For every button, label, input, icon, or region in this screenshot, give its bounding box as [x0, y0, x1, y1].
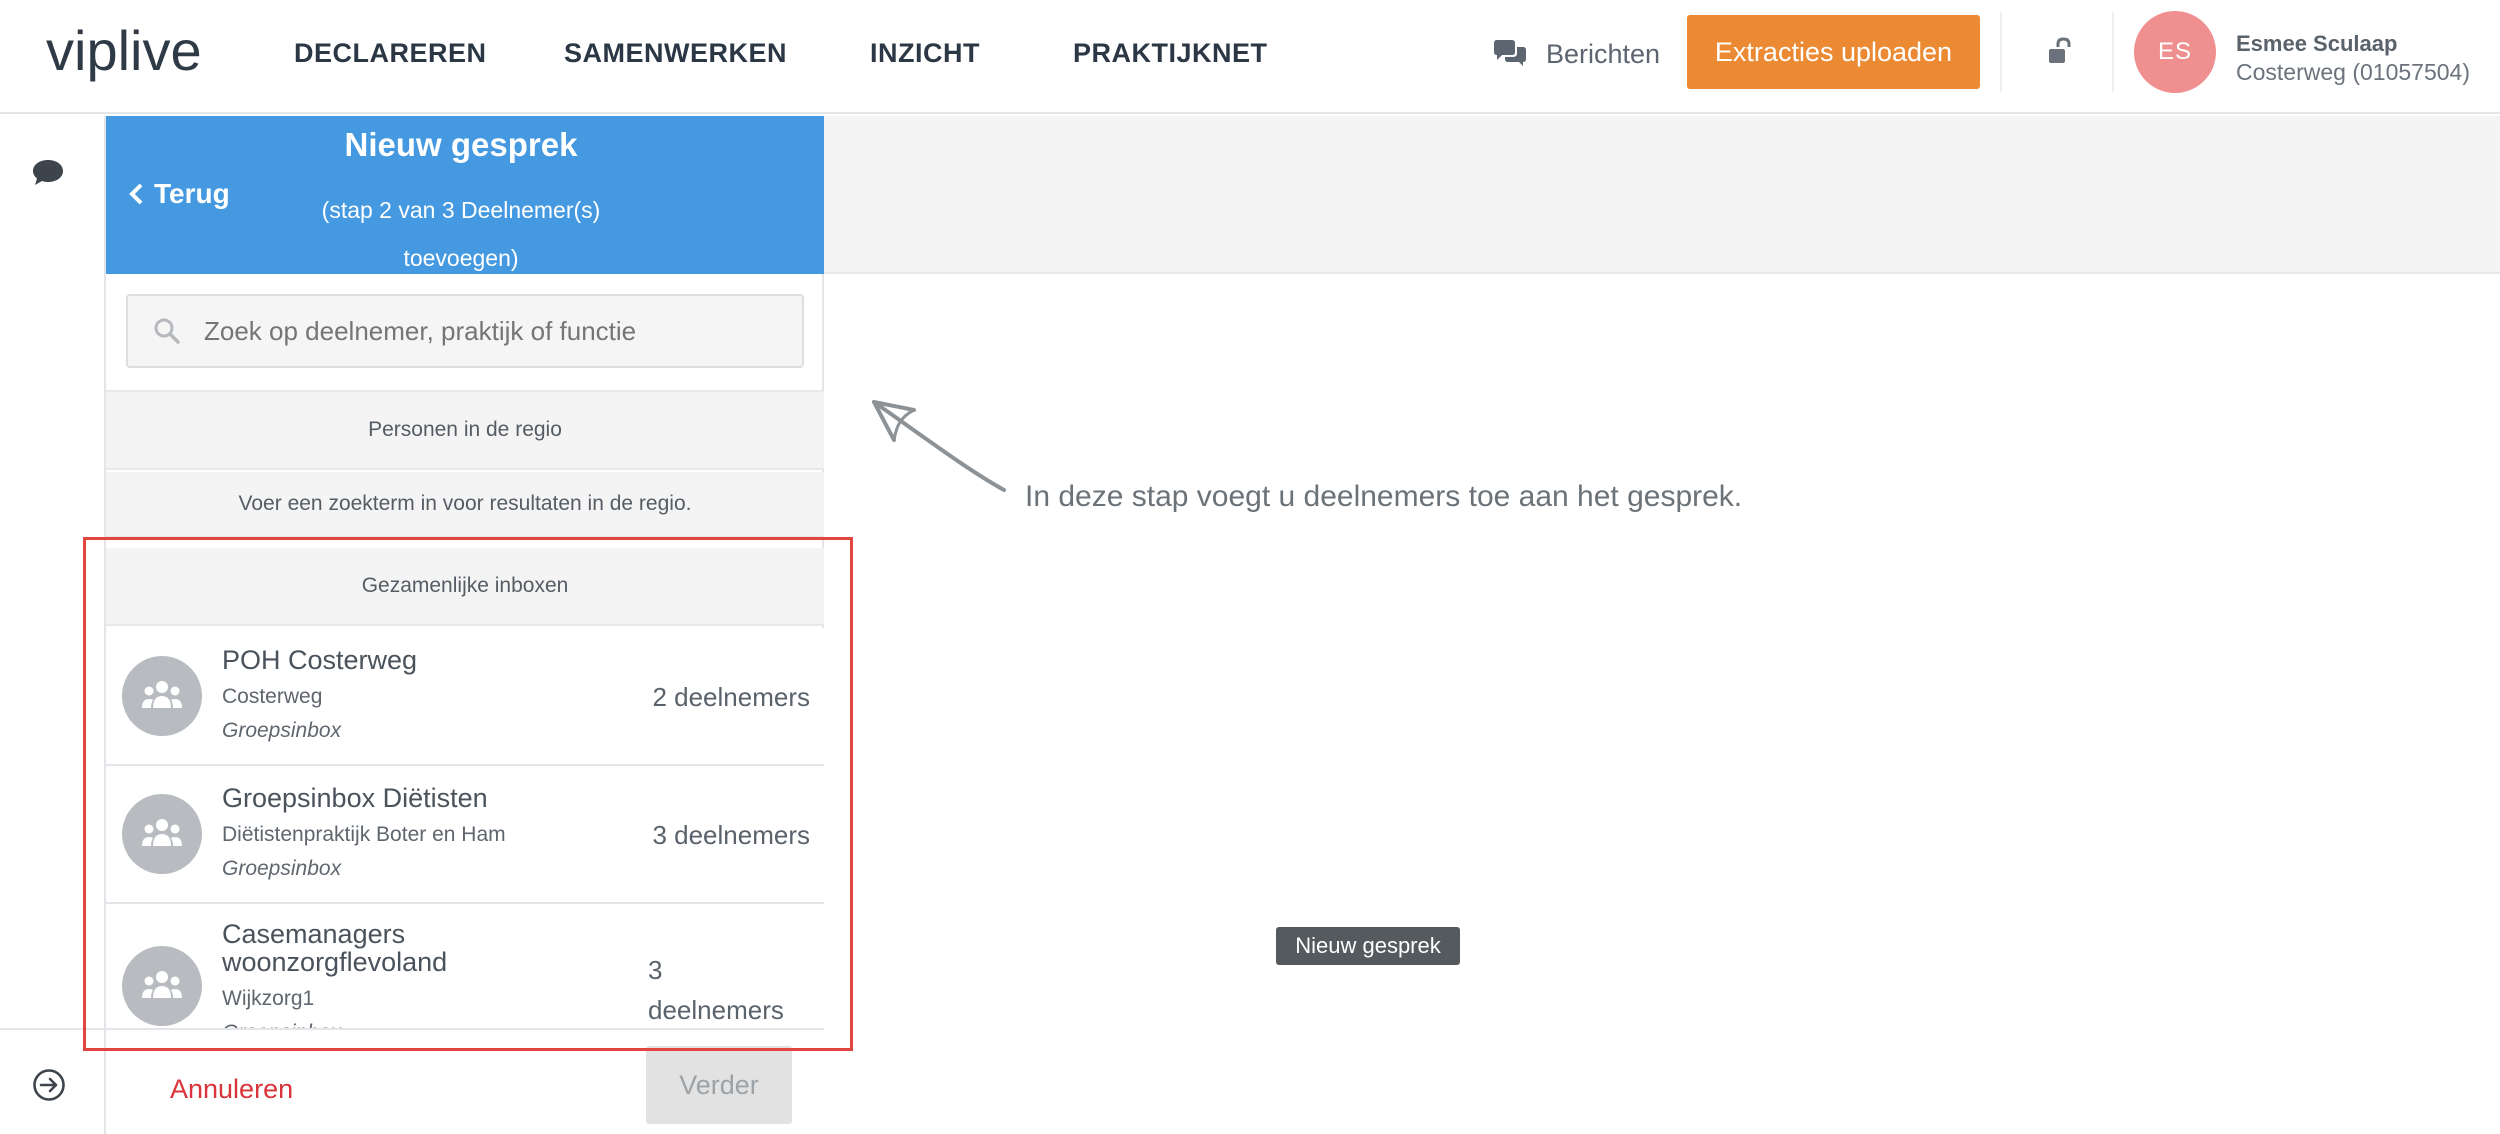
group-avatar [122, 946, 202, 1026]
section-inboxes-header: Gezamenlijke inboxen [106, 548, 824, 626]
inbox-type: Groepsinbox [222, 857, 342, 880]
inbox-member-count-label: deelnemers [648, 995, 784, 1025]
cancel-button[interactable]: Annuleren [170, 1074, 293, 1105]
inbox-type: Groepsinbox [222, 719, 342, 742]
inbox-title: POH Costerweg [222, 645, 418, 675]
nav-inzicht[interactable]: INZICHT [870, 38, 980, 69]
inbox-list: POH Costerweg Costerweg Groepsinbox 2 de… [106, 628, 824, 1028]
inbox-title: Groepsinbox Diëtisten [222, 783, 488, 813]
nav-samenwerken[interactable]: SAMENWERKEN [564, 38, 787, 69]
group-avatar [122, 656, 202, 736]
list-item[interactable]: Casemanagers woonzorgflevoland Wijkzorg1… [106, 904, 824, 1028]
inbox-type: Groepsinbox [222, 1021, 341, 1028]
viplive-logo[interactable]: viplive [46, 18, 202, 83]
inbox-member-count-number: 3 [648, 955, 663, 985]
step-hint-text: In deze stap voegt u deelnemers toe aan … [1025, 480, 1743, 513]
nav-praktijknet[interactable]: PRAKTIJKNET [1073, 38, 1268, 69]
rail-divider [0, 1028, 104, 1030]
persons-hint: Voer een zoekterm in voor resultaten in … [106, 472, 824, 538]
user-name: Esmee Sculaap [2236, 31, 2398, 56]
user-avatar[interactable]: ES [2134, 11, 2216, 93]
unlock-icon[interactable] [2044, 37, 2074, 67]
group-icon [142, 681, 182, 708]
panel-subtitle-line1: (stap 2 van 3 Deelnemer(s) [321, 197, 601, 223]
header-divider [2000, 12, 2002, 92]
back-label: Terug [154, 178, 230, 209]
panel-title: Nieuw gesprek [344, 126, 578, 163]
user-practice: Costerweg (01057504) [2236, 59, 2470, 85]
section-persons-header: Personen in de regio [106, 392, 824, 470]
search-section [106, 274, 824, 392]
back-button[interactable]: Terug [128, 178, 230, 210]
panel-footer: Annuleren Verder [106, 1028, 824, 1134]
search-icon [154, 318, 180, 344]
inbox-practice: Wijkzorg1 [222, 987, 315, 1010]
group-icon [142, 971, 182, 998]
group-icon [142, 819, 182, 846]
panel-header: Terug Nieuw gesprek (stap 2 van 3 Deelne… [106, 116, 824, 274]
berichten-link[interactable]: Berichten [1492, 34, 1660, 74]
panel-subtitle: (stap 2 van 3 Deelnemer(s) toevoegen) [246, 186, 676, 282]
conversation-header-area [824, 116, 2500, 274]
berichten-label: Berichten [1546, 38, 1661, 69]
inbox-member-count: 3 deelnemers [652, 820, 810, 850]
chevron-left-icon [129, 183, 143, 205]
header-divider-2 [2112, 12, 2114, 92]
tooltip: Nieuw gesprek [1276, 927, 1460, 965]
inbox-practice: Costerweg [222, 685, 323, 708]
list-item[interactable]: Groepsinbox Diëtisten Diëtistenpraktijk … [106, 766, 824, 904]
extracties-uploaden-button[interactable]: Extracties uploaden [1687, 15, 1980, 89]
exit-arrow-icon[interactable] [32, 1068, 66, 1102]
list-item[interactable]: POH Costerweg Costerweg Groepsinbox 2 de… [106, 628, 824, 766]
curved-arrow-icon [872, 400, 1006, 492]
chat-bubbles-icon [1494, 40, 1526, 66]
left-rail [0, 116, 106, 1134]
group-avatar [122, 794, 202, 874]
inbox-member-count: 3 deelnemers [648, 950, 784, 1028]
chat-icon[interactable] [31, 158, 65, 188]
nav-declareren[interactable]: DECLAREREN [294, 38, 487, 69]
inbox-title: Casemanagers woonzorgflevoland [222, 919, 448, 977]
new-conversation-panel: Terug Nieuw gesprek (stap 2 van 3 Deelne… [106, 116, 824, 1134]
inbox-member-count: 2 deelnemers [652, 682, 810, 712]
next-button[interactable]: Verder [646, 1046, 792, 1124]
search-input[interactable] [204, 315, 764, 347]
search-box[interactable] [126, 294, 804, 368]
top-header: viplive DECLAREREN SAMENWERKEN INZICHT P… [0, 0, 2500, 114]
inbox-practice: Diëtistenpraktijk Boter en Ham [222, 823, 506, 846]
